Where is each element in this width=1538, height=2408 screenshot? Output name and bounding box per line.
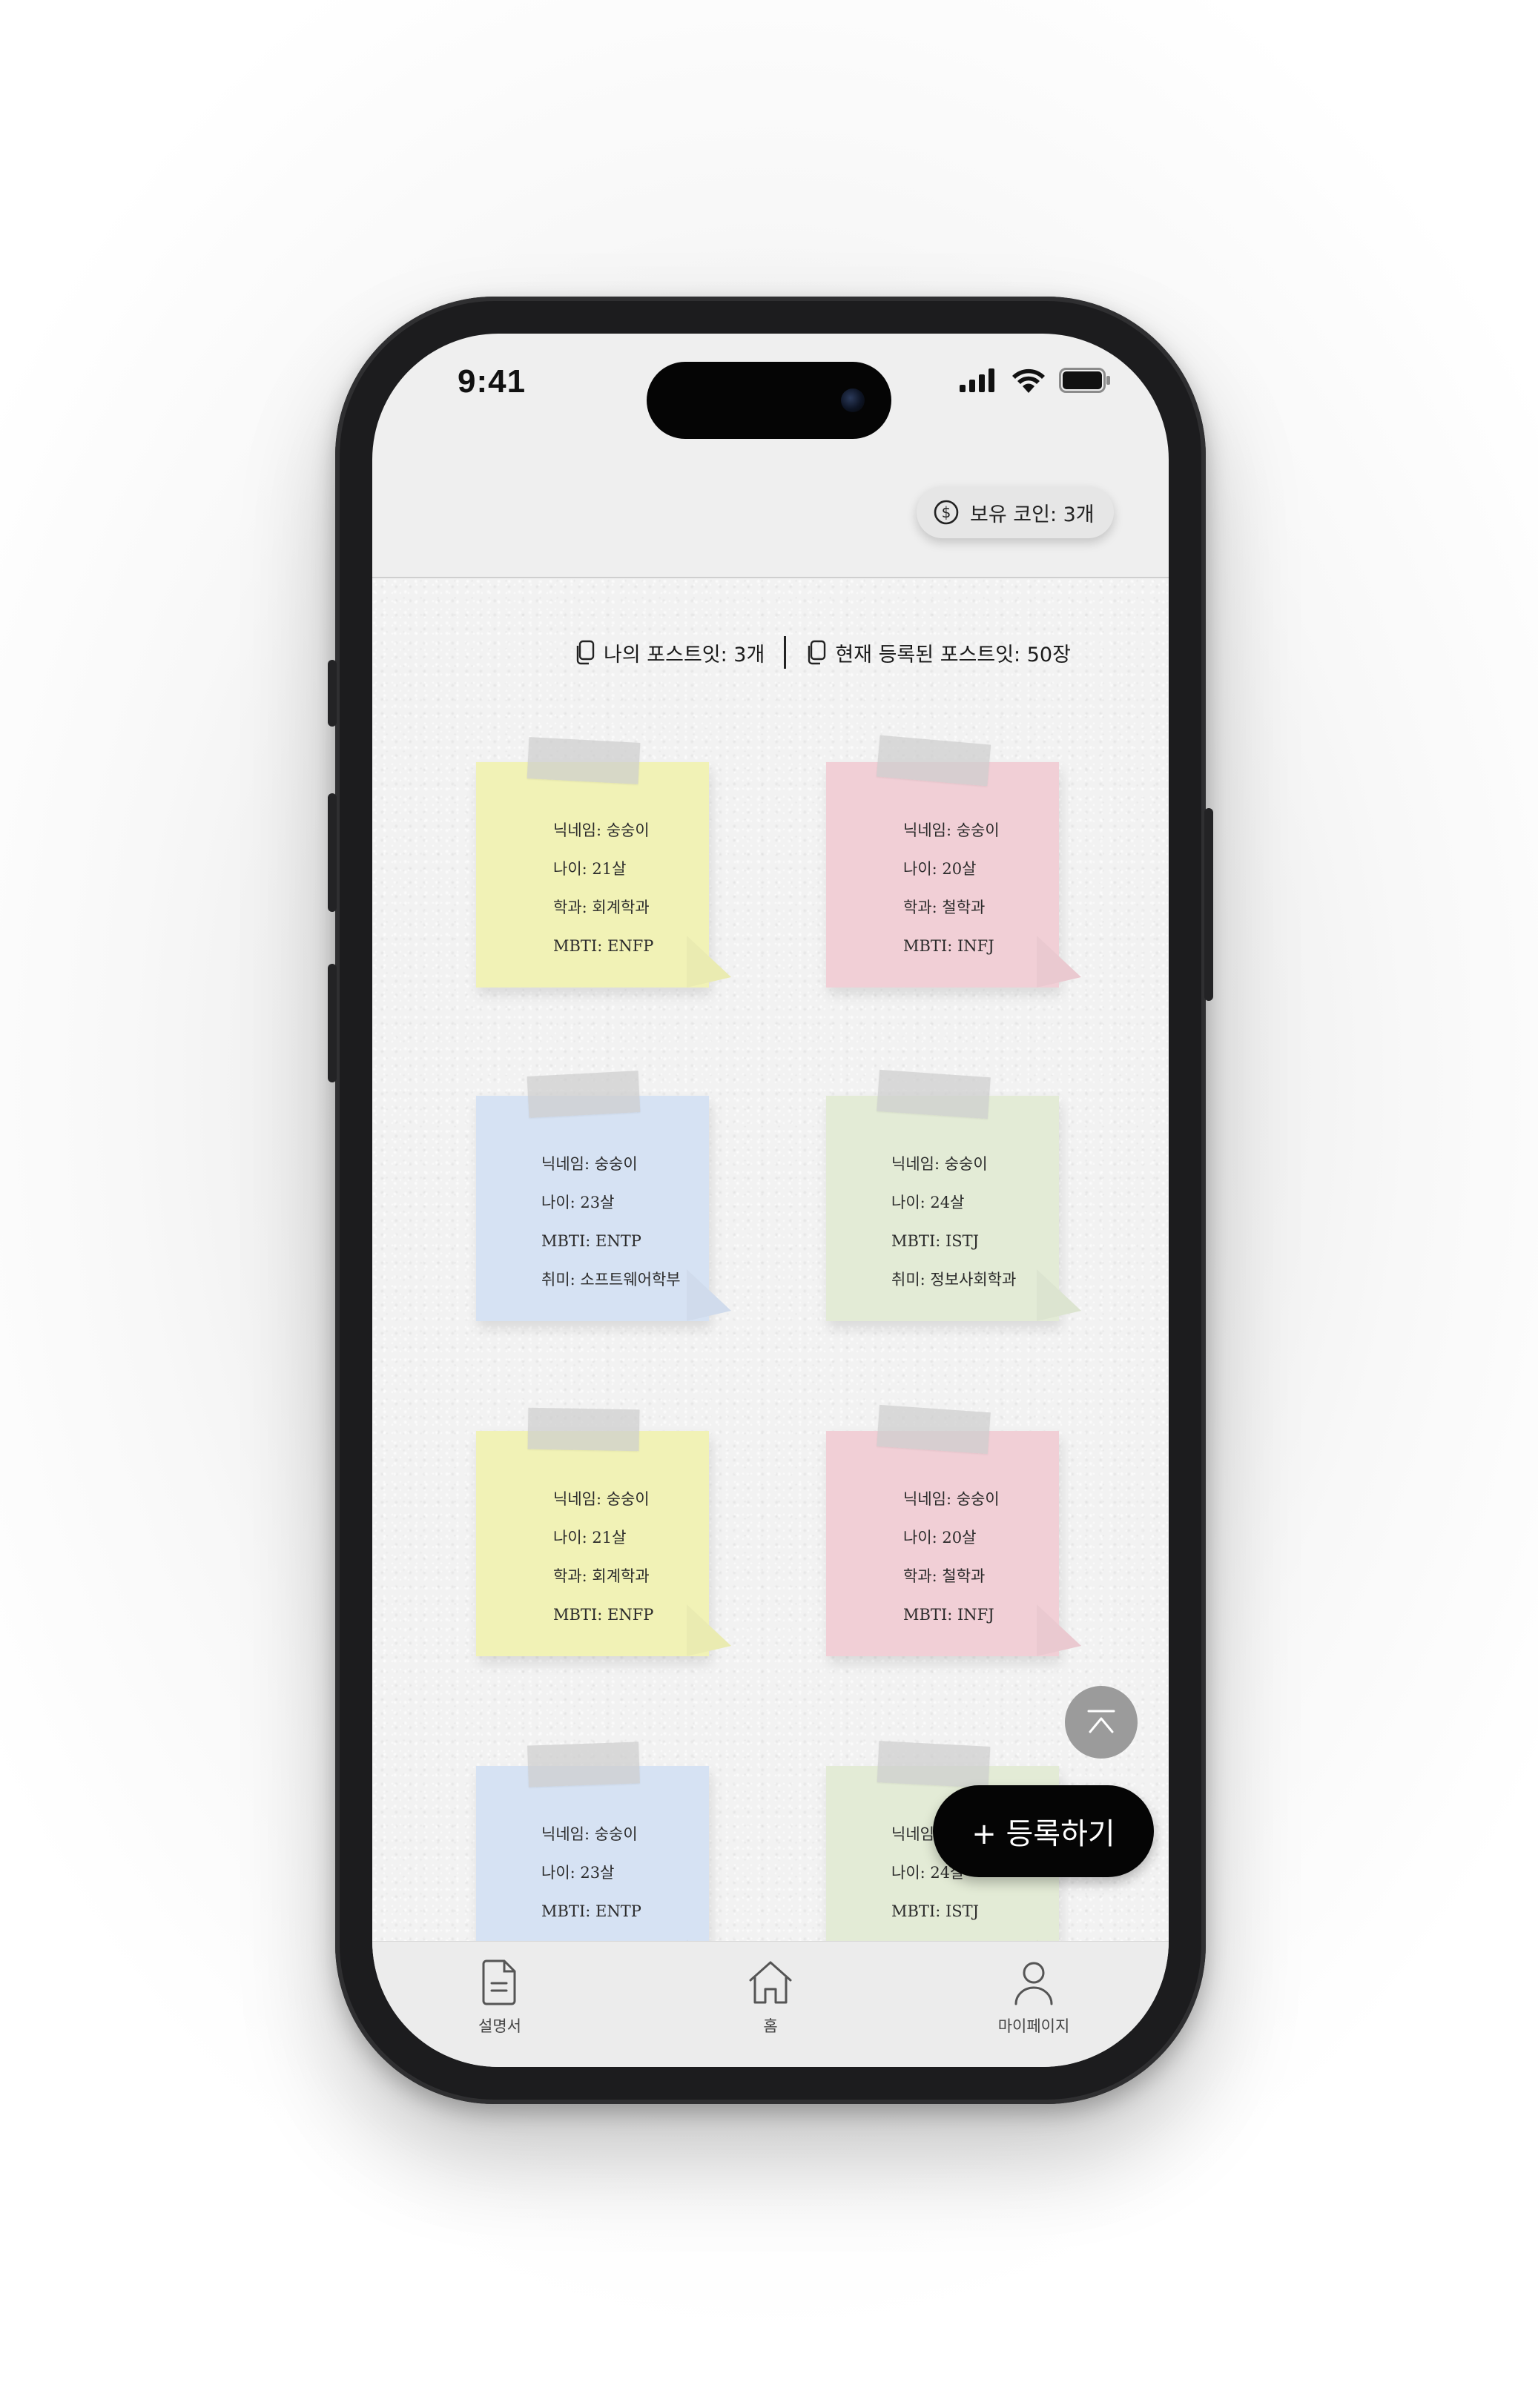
tape: [876, 735, 991, 787]
tape: [527, 1071, 641, 1118]
dollar-circle-icon: $: [934, 500, 959, 525]
postit-note[interactable]: 닉네임: 숭숭이 나이: 20살 학과: 철학과 MBTI: INFJ: [826, 1404, 1059, 1656]
postit-note[interactable]: 닉네임: 숭숭이 나이: 24살 MBTI: ISTJ 취미: 정보사회학과: [826, 1069, 1059, 1321]
copy-icon: [808, 640, 826, 665]
bottom-tab-bar: 설명서 홈 마이페이지: [372, 1941, 1169, 2067]
register-button[interactable]: + 등록하기: [933, 1785, 1154, 1877]
postit-note[interactable]: 닉네임: 숭숭이 나이: 21살 학과: 회계학과 MBTI: ENFP: [476, 737, 709, 988]
note-hobby: 취미: 소프트웨어학부: [541, 1271, 681, 1289]
volume-up-button: [328, 793, 337, 912]
coin-balance-label: 보유 코인: 3개: [970, 503, 1095, 526]
note-age: 나이: 23살: [541, 1864, 615, 1882]
volume-down-button: [328, 964, 337, 1082]
tab-manual-label: 설명서: [478, 2017, 521, 2035]
note-age: 나이: 20살: [903, 860, 977, 878]
tape: [877, 1741, 991, 1788]
svg-text:$: $: [942, 503, 951, 521]
note-nickname: 닉네임: 숭숭이: [891, 1155, 988, 1173]
postit-board[interactable]: 나의 포스트잇: 3개 현재 등록된 포스트잇: 50장 닉네임: 숭숭이 나이…: [372, 577, 1169, 1991]
battery-icon: [1059, 368, 1110, 393]
note-major: 학과: 철학과: [903, 899, 986, 916]
note-major: 학과: 회계학과: [553, 899, 650, 916]
note-mbti: MBTI: ENTP: [541, 1232, 641, 1250]
note-nickname: 닉네임: 숭숭이: [541, 1155, 638, 1173]
action-button: [328, 660, 337, 727]
count-divider: [784, 636, 787, 669]
arrow-up-to-top-icon: [1087, 1710, 1115, 1733]
note-hobby: 취미: 정보사회학과: [891, 1271, 1017, 1289]
document-icon: [482, 1959, 516, 2005]
tape: [877, 1404, 991, 1455]
note-nickname: 닉네임: 숭숭이: [553, 1490, 650, 1508]
note-mbti: MBTI: ENFP: [553, 937, 654, 955]
wifi-icon: [1012, 368, 1045, 393]
app-screen: 9:41 $ 보유 코인: 3개 나의 포스트잇: 3개 현재 등록된 포스트잇…: [372, 334, 1169, 2067]
signal-icon: [960, 368, 994, 392]
note-major: 학과: 철학과: [903, 1567, 986, 1585]
person-icon: [1014, 1962, 1053, 2005]
note-nickname: 닉네임: 숭숭이: [903, 821, 1000, 839]
coin-balance-pill[interactable]: $ 보유 코인: 3개: [917, 486, 1114, 538]
my-postit-count: 나의 포스트잇: 3개: [604, 643, 765, 666]
tab-mypage[interactable]: 마이페이지: [960, 1958, 1108, 2037]
note-mbti: MBTI: ISTJ: [891, 1232, 980, 1250]
postit-note[interactable]: 닉네임: 숭숭이 나이: 21살 학과: 회계학과 MBTI: ENFP: [476, 1407, 709, 1656]
phone-frame: 9:41 $ 보유 코인: 3개 나의 포스트잇: 3개 현재 등록된 포스트잇…: [328, 297, 1213, 2104]
tab-home[interactable]: 홈: [696, 1958, 845, 2037]
registered-postit-count: 현재 등록된 포스트잇: 50장: [835, 643, 1071, 666]
scroll-to-top-button[interactable]: [1065, 1686, 1138, 1759]
note-mbti: MBTI: ENTP: [541, 1902, 641, 1920]
tape: [527, 737, 641, 784]
postit-note[interactable]: 닉네임: 숭숭이 나이: 23살 MBTI: ENTP 취미: 소프트웨어학부: [476, 1071, 709, 1321]
home-icon: [749, 1961, 792, 2004]
note-mbti: MBTI: INFJ: [903, 937, 994, 955]
dynamic-island: [647, 362, 891, 439]
note-age: 나이: 20살: [903, 1529, 977, 1547]
note-nickname: 닉네임: 숭숭이: [553, 821, 650, 839]
note-age: 나이: 21살: [553, 1529, 627, 1547]
tab-home-label: 홈: [763, 2017, 778, 2035]
tab-manual[interactable]: 설명서: [426, 1958, 574, 2037]
note-nickname: 닉네임: 숭숭이: [541, 1825, 638, 1843]
note-mbti: MBTI: ISTJ: [891, 1902, 980, 1920]
front-camera: [841, 388, 865, 412]
note-age: 나이: 21살: [553, 860, 627, 878]
note-age: 나이: 24살: [891, 1194, 965, 1211]
note-mbti: MBTI: INFJ: [903, 1606, 994, 1624]
copy-icon: [576, 640, 595, 665]
note-mbti: MBTI: ENFP: [553, 1606, 654, 1624]
tape: [877, 1069, 991, 1119]
postit-counts: 나의 포스트잇: 3개 현재 등록된 포스트잇: 50장: [574, 636, 1071, 669]
tape: [527, 1407, 640, 1452]
power-button: [1204, 808, 1213, 1001]
tab-mypage-label: 마이페이지: [997, 2017, 1070, 2035]
note-major: 학과: 회계학과: [553, 1567, 650, 1585]
status-icons: [960, 368, 1111, 393]
note-nickname: 닉네임: 숭숭이: [903, 1490, 1000, 1508]
status-time: 9:41: [458, 363, 527, 400]
tape: [527, 1742, 640, 1787]
postit-note[interactable]: 닉네임: 숭숭이 나이: 20살 학과: 철학과 MBTI: INFJ: [826, 735, 1059, 988]
note-age: 나이: 23살: [541, 1194, 615, 1211]
